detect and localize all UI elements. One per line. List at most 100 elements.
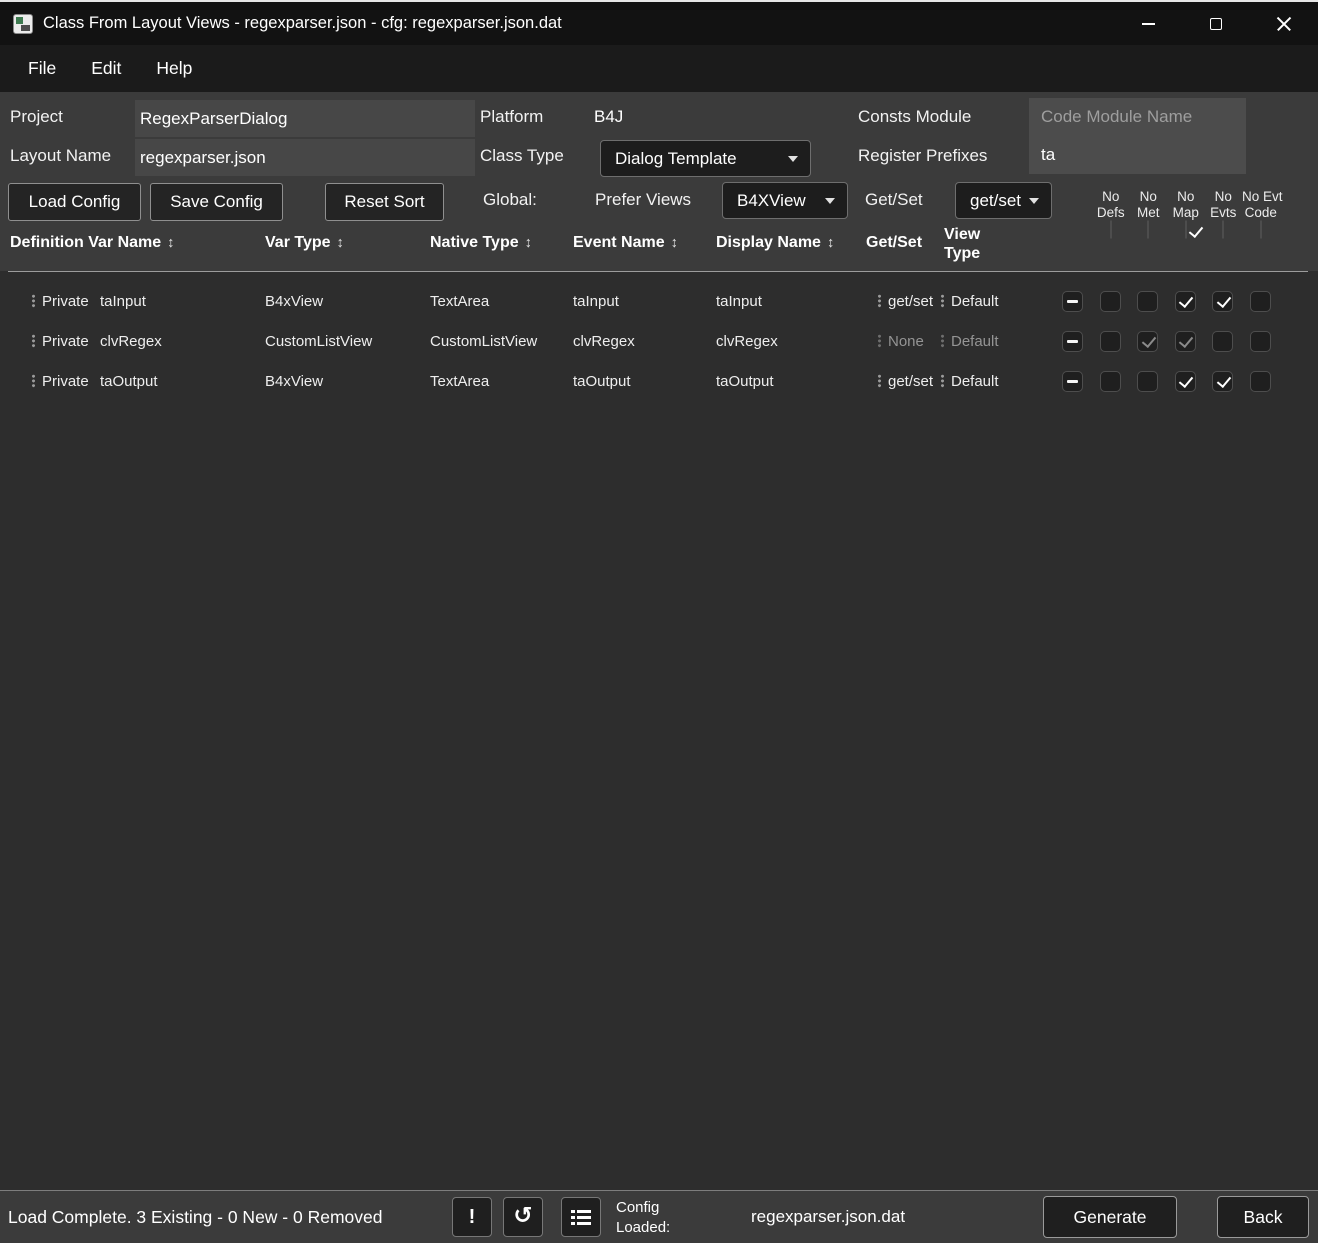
- row-access: Private: [32, 321, 89, 361]
- menu-help[interactable]: Help: [156, 58, 192, 79]
- getset-value: get/set: [970, 190, 1022, 210]
- getset-dropdown[interactable]: get/set: [955, 182, 1052, 219]
- views-table: Private taInput B4xView TextArea taInput…: [0, 272, 1318, 401]
- drag-handle-icon[interactable]: [32, 294, 35, 308]
- grip-icon: [878, 294, 881, 308]
- load-config-button[interactable]: Load Config: [8, 183, 141, 221]
- row-var-name: clvRegex: [100, 332, 162, 350]
- no-evts-row-checkbox[interactable]: [1212, 370, 1233, 392]
- row-viewtype-selector[interactable]: Default: [941, 321, 999, 361]
- class-type-label: Class Type: [480, 146, 564, 165]
- no-met-row-checkbox[interactable]: [1137, 330, 1158, 352]
- prefer-views-dropdown[interactable]: B4XView: [722, 182, 848, 219]
- window-controls: [1114, 2, 1318, 45]
- row-var-type: CustomListView: [265, 332, 373, 350]
- undo-icon: ↺: [513, 1202, 533, 1228]
- grip-icon: [941, 374, 944, 388]
- no-map-row-checkbox[interactable]: [1174, 330, 1196, 352]
- header-definition-var-name[interactable]: Definition Var Name ↕: [10, 234, 174, 252]
- layout-name-input[interactable]: [135, 139, 475, 176]
- row-flag-checkbox[interactable]: [1062, 290, 1083, 312]
- config-list-button[interactable]: [561, 1197, 601, 1237]
- config-loaded-label: Config Loaded:: [616, 1199, 671, 1236]
- row-var-name: taOutput: [100, 372, 158, 390]
- drag-handle-icon[interactable]: [32, 374, 35, 388]
- row-viewtype-selector[interactable]: Default: [941, 361, 999, 401]
- platform-value: B4J: [594, 107, 624, 126]
- consts-module-label: Consts Module: [858, 107, 972, 126]
- row-checkboxes: [1062, 321, 1271, 361]
- sort-icon: ↕: [167, 235, 175, 251]
- row-event-name: taInput: [573, 292, 619, 310]
- save-config-button[interactable]: Save Config: [150, 183, 283, 221]
- no-met-row-checkbox[interactable]: [1137, 370, 1158, 392]
- row-flag-checkbox[interactable]: [1062, 330, 1083, 352]
- no-defs-checkbox[interactable]: [1109, 220, 1112, 239]
- status-text: Load Complete. 3 Existing - 0 New - 0 Re…: [8, 1206, 383, 1227]
- prefer-views-value: B4XView: [737, 190, 806, 210]
- no-map-row-checkbox[interactable]: [1174, 370, 1196, 392]
- header-event-name[interactable]: Event Name ↕: [573, 234, 678, 252]
- project-input[interactable]: [135, 100, 475, 137]
- reload-button[interactable]: ↺: [503, 1197, 543, 1237]
- row-checkboxes: [1062, 361, 1271, 401]
- header-display-name[interactable]: Display Name ↕: [716, 234, 834, 252]
- no-map-checkbox[interactable]: [1184, 220, 1187, 239]
- register-prefixes-input[interactable]: [1029, 136, 1246, 174]
- no-met-row-checkbox[interactable]: [1137, 290, 1158, 312]
- table-row: Private taInput B4xView TextArea taInput…: [0, 281, 1318, 321]
- no-evt-code-row-checkbox[interactable]: [1249, 330, 1271, 352]
- header-var-type[interactable]: Var Type ↕: [265, 234, 344, 252]
- row-getset-selector[interactable]: get/set: [878, 281, 933, 321]
- menu-file[interactable]: File: [28, 58, 56, 79]
- config-file-name: regexparser.json.dat: [751, 1207, 906, 1226]
- window-top-edge: [0, 0, 1318, 2]
- flag-col-no-evts: No Evts: [1205, 189, 1243, 239]
- row-var-type: B4xView: [265, 292, 324, 310]
- row-getset-selector[interactable]: get/set: [878, 361, 933, 401]
- class-type-value: Dialog Template: [615, 148, 737, 168]
- no-met-checkbox[interactable]: [1147, 220, 1150, 239]
- no-evts-checkbox[interactable]: [1222, 220, 1225, 239]
- close-button[interactable]: [1250, 2, 1318, 45]
- no-defs-row-checkbox[interactable]: [1099, 290, 1121, 312]
- sort-icon: ↕: [670, 235, 678, 251]
- row-native-type: CustomListView: [430, 332, 538, 350]
- no-evt-code-row-checkbox[interactable]: [1249, 290, 1271, 312]
- row-event-name: clvRegex: [573, 332, 635, 350]
- generate-button[interactable]: Generate: [1043, 1196, 1177, 1238]
- flag-columns: No Defs No Met No Map No Evts No Evt Cod…: [1092, 189, 1283, 239]
- no-evts-row-checkbox[interactable]: [1212, 330, 1233, 352]
- maximize-button[interactable]: [1182, 2, 1250, 45]
- reset-sort-button[interactable]: Reset Sort: [325, 183, 444, 221]
- minimize-button[interactable]: [1114, 2, 1182, 45]
- flag-label: No: [1177, 189, 1195, 204]
- row-viewtype-selector[interactable]: Default: [941, 281, 999, 321]
- table-row: Private clvRegex CustomListView CustomLi…: [0, 321, 1318, 361]
- no-evts-row-checkbox[interactable]: [1212, 290, 1233, 312]
- grip-icon: [878, 334, 881, 348]
- flag-label: Map: [1172, 205, 1199, 220]
- header-view-type: View Type: [944, 226, 981, 262]
- back-button[interactable]: Back: [1217, 1196, 1309, 1238]
- maximize-icon: [1210, 17, 1222, 30]
- row-flag-checkbox[interactable]: [1062, 370, 1083, 392]
- flag-label: No: [1139, 189, 1157, 204]
- no-evt-code-row-checkbox[interactable]: [1249, 370, 1271, 392]
- consts-module-input[interactable]: [1029, 98, 1246, 136]
- drag-handle-icon[interactable]: [32, 334, 35, 348]
- row-display-name: taInput: [716, 292, 762, 310]
- no-defs-row-checkbox[interactable]: [1099, 370, 1121, 392]
- layout-name-label: Layout Name: [10, 146, 112, 165]
- no-evt-code-checkbox[interactable]: [1259, 220, 1262, 239]
- row-getset-selector[interactable]: None: [878, 321, 924, 361]
- header-native-type[interactable]: Native Type ↕: [430, 234, 532, 252]
- chevron-down-icon: [825, 197, 835, 204]
- class-type-dropdown[interactable]: Dialog Template: [600, 140, 811, 177]
- no-defs-row-checkbox[interactable]: [1099, 330, 1121, 352]
- no-map-row-checkbox[interactable]: [1174, 290, 1196, 312]
- warnings-button[interactable]: !: [452, 1197, 492, 1237]
- row-native-type: TextArea: [430, 292, 490, 310]
- grip-icon: [941, 334, 944, 348]
- menu-edit[interactable]: Edit: [91, 58, 121, 79]
